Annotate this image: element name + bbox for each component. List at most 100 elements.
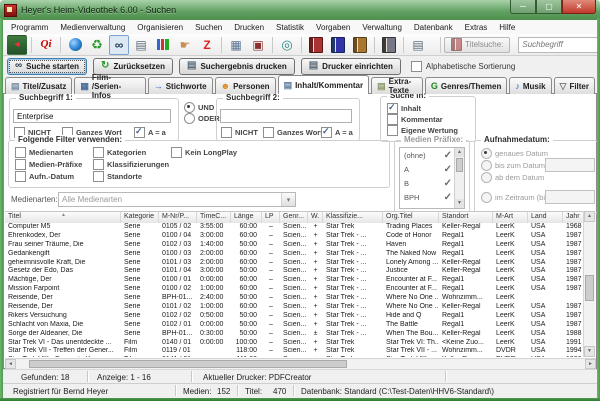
column-header-kategorie[interactable]: Kategorie — [121, 212, 159, 223]
maximize-button[interactable]: ▢ — [536, 0, 562, 14]
media-export-icon[interactable] — [379, 35, 399, 55]
tab-stichworte[interactable]: →Stichworte — [148, 77, 213, 94]
minimize-button[interactable]: ─ — [510, 0, 536, 14]
table-row[interactable]: geheimnisvolle Kraft, DieSerie0101 / 032… — [5, 259, 585, 268]
menu-item-organisieren[interactable]: Organisieren — [131, 23, 189, 32]
checkbox-box[interactable] — [387, 103, 398, 114]
titelsuche-input[interactable] — [518, 37, 600, 53]
tab-filter[interactable]: ▽Filter — [554, 77, 595, 94]
statistics-icon[interactable] — [153, 35, 173, 55]
radio-dot[interactable] — [481, 172, 492, 183]
filter-medienarten-checkbox[interactable]: Medienarten — [15, 147, 73, 158]
column-header-titel[interactable]: Titel▲ — [5, 212, 121, 223]
loan-icon[interactable]: ☛ — [175, 35, 195, 55]
media-view-icon[interactable] — [328, 35, 348, 55]
tv-icon[interactable]: ▣ — [248, 35, 268, 55]
filter-kategorien-checkbox[interactable]: Kategorien — [93, 147, 146, 158]
table-vertical-scrollbar[interactable]: ▲ ▼ — [583, 211, 595, 357]
radio-dot[interactable] — [184, 113, 195, 124]
table-row[interactable]: Mission FarpointSerie0100 / 021:00:0060:… — [5, 285, 585, 294]
radio-dot[interactable] — [481, 192, 492, 203]
checkbox-box[interactable] — [134, 127, 145, 138]
close-button[interactable]: ✕ — [562, 0, 596, 14]
table-row[interactable]: Reisende, DerSerie0101 / 021:00:0060:00–… — [5, 303, 585, 312]
aufnahmedatum-abdemdatum-radio[interactable]: ab dem Datum — [481, 172, 544, 183]
menu-item-programm[interactable]: Programm — [3, 23, 54, 32]
column-header-orgtitel[interactable]: Org.Titel — [383, 212, 439, 223]
checkbox-box[interactable] — [387, 114, 398, 125]
media-edit-icon[interactable] — [350, 35, 370, 55]
media-save-icon[interactable] — [306, 35, 326, 55]
table-row[interactable]: Reisende, DerSerieBPH-01...2:40:0050:00–… — [5, 294, 585, 303]
web-icon[interactable] — [65, 35, 85, 55]
suchbegriff2-nicht-checkbox[interactable]: NICHT — [221, 127, 258, 138]
date-input[interactable] — [545, 158, 595, 172]
search-icon[interactable]: ∞ — [109, 35, 129, 55]
checkbox-box[interactable] — [263, 127, 274, 138]
scroll-down-icon[interactable]: ▼ — [584, 346, 595, 357]
checkbox-box[interactable] — [411, 61, 422, 72]
checkbox-box[interactable] — [15, 171, 26, 182]
menu-item-medienverwaltung[interactable]: Medienverwaltung — [54, 23, 131, 32]
suchbegriff2-input[interactable] — [220, 109, 352, 123]
column-header-lnge[interactable]: Länge — [231, 212, 262, 223]
tab-genres-themen[interactable]: GGenres/Themen — [425, 77, 507, 94]
filter-standorte-checkbox[interactable]: Standorte — [93, 171, 142, 182]
table-row[interactable]: Computer M5Serie0105 / 023:55:0060:00–Sc… — [5, 223, 585, 232]
radio-dot[interactable] — [481, 148, 492, 159]
menu-item-vorgaben[interactable]: Vorgaben — [310, 23, 356, 32]
exit-icon[interactable]: ◄ — [7, 35, 27, 55]
checkbox-box[interactable] — [15, 147, 26, 158]
column-header-w[interactable]: W. — [308, 212, 323, 223]
titelsuche-button[interactable]: Titelsuche: — [444, 37, 510, 53]
checkbox-box[interactable] — [15, 159, 26, 170]
table-row[interactable]: GedankengiftSerie0100 / 032:00:0060:00–S… — [5, 250, 585, 259]
radio-dot[interactable] — [184, 102, 195, 113]
column-header-land[interactable]: Land — [528, 212, 563, 223]
checkbox-box[interactable] — [93, 159, 104, 170]
scroll-thumb[interactable] — [29, 360, 347, 368]
medienarten-dropdown[interactable]: Alle Medienarten ▾ — [58, 192, 296, 207]
suche-in-inhalt-checkbox[interactable]: Inhalt — [387, 103, 421, 114]
scroll-up-icon[interactable]: ▲ — [584, 211, 595, 222]
menu-item-extras[interactable]: Extras — [459, 23, 494, 32]
table-body[interactable]: Computer M5Serie0105 / 023:55:0060:00–Sc… — [5, 223, 585, 357]
filter-klassifizierungen-checkbox[interactable]: Klassifizierungen — [93, 159, 169, 170]
aufnahmedatum-biszumdatum-radio[interactable]: bis zum Datum — [481, 160, 545, 171]
filter-keinlongplay-checkbox[interactable]: Kein LongPlay — [171, 147, 237, 158]
operator-oder-radio[interactable]: ODER — [184, 113, 220, 124]
radio-dot[interactable] — [481, 160, 492, 171]
praefixe-scrollbar[interactable]: ▲ ▼ — [454, 148, 464, 208]
column-header-genr[interactable]: Genr... — [280, 212, 308, 223]
praefixe-list[interactable]: (ohne)✓A✓B✓BPH✓ ▲ ▼ — [399, 147, 465, 209]
column-header-timec[interactable]: TimeC... — [197, 212, 231, 223]
column-header-klassifizie[interactable]: Klassifizie... — [323, 212, 383, 223]
column-header-mart[interactable]: M-Art — [493, 212, 528, 223]
menu-item-verwaltung[interactable]: Verwaltung — [356, 23, 408, 32]
alphabetische-sortierung-checkbox[interactable]: Alphabetische Sortierung — [411, 61, 515, 72]
suche-in-kommentar-checkbox[interactable]: Kommentar — [387, 114, 443, 125]
suchbegriff1-input[interactable] — [13, 109, 171, 123]
table-row[interactable]: Frau seiner Träume, DieSerie0102 / 031:4… — [5, 241, 585, 250]
checkbox-box[interactable] — [221, 127, 232, 138]
calendar-icon[interactable]: ▦ — [226, 35, 246, 55]
table-row[interactable]: Star Trek VIII - Der erste Kon...Film014… — [5, 356, 585, 357]
table-row[interactable]: Mächtige, DerSerie0100 / 010:00:0060:00–… — [5, 276, 585, 285]
operator-und-radio[interactable]: UND — [184, 102, 214, 113]
menu-item-hilfe[interactable]: Hilfe — [493, 23, 521, 32]
drucker-einrichten-button[interactable]: ▤ Drucker einrichten — [301, 58, 401, 75]
table-row[interactable]: Rikers VersuchungSerie0102 / 020:50:0050… — [5, 312, 585, 321]
tab-personen[interactable]: ☻Personen — [215, 77, 276, 94]
tab-extra-texte[interactable]: ▤Extra-Texte — [371, 77, 423, 94]
suche-starten-button[interactable]: ∞ Suche starten — [7, 58, 87, 75]
table-row[interactable]: Schlacht von Maxia, DieSerie0102 / 010:0… — [5, 321, 585, 330]
tab-titel-zusatz[interactable]: ▤Titel/Zusatz — [5, 77, 72, 94]
column-header-mnrp[interactable]: M-Nr/P... — [159, 212, 197, 223]
cd-icon[interactable]: ◎ — [277, 35, 297, 55]
tab-inhalt-kommentar[interactable]: ▤Inhalt/Kommentar — [278, 75, 370, 94]
suchergebnis-drucken-button[interactable]: ▤ Suchergebnis drucken — [179, 58, 295, 75]
vorgaben-icon[interactable]: Z — [197, 35, 217, 55]
menu-item-suchen[interactable]: Suchen — [189, 23, 228, 32]
column-header-lp[interactable]: LP — [262, 212, 280, 223]
title-bar[interactable]: Heyer's Heim-Videothek 6.00 - Suchen ─ ▢… — [0, 0, 600, 20]
